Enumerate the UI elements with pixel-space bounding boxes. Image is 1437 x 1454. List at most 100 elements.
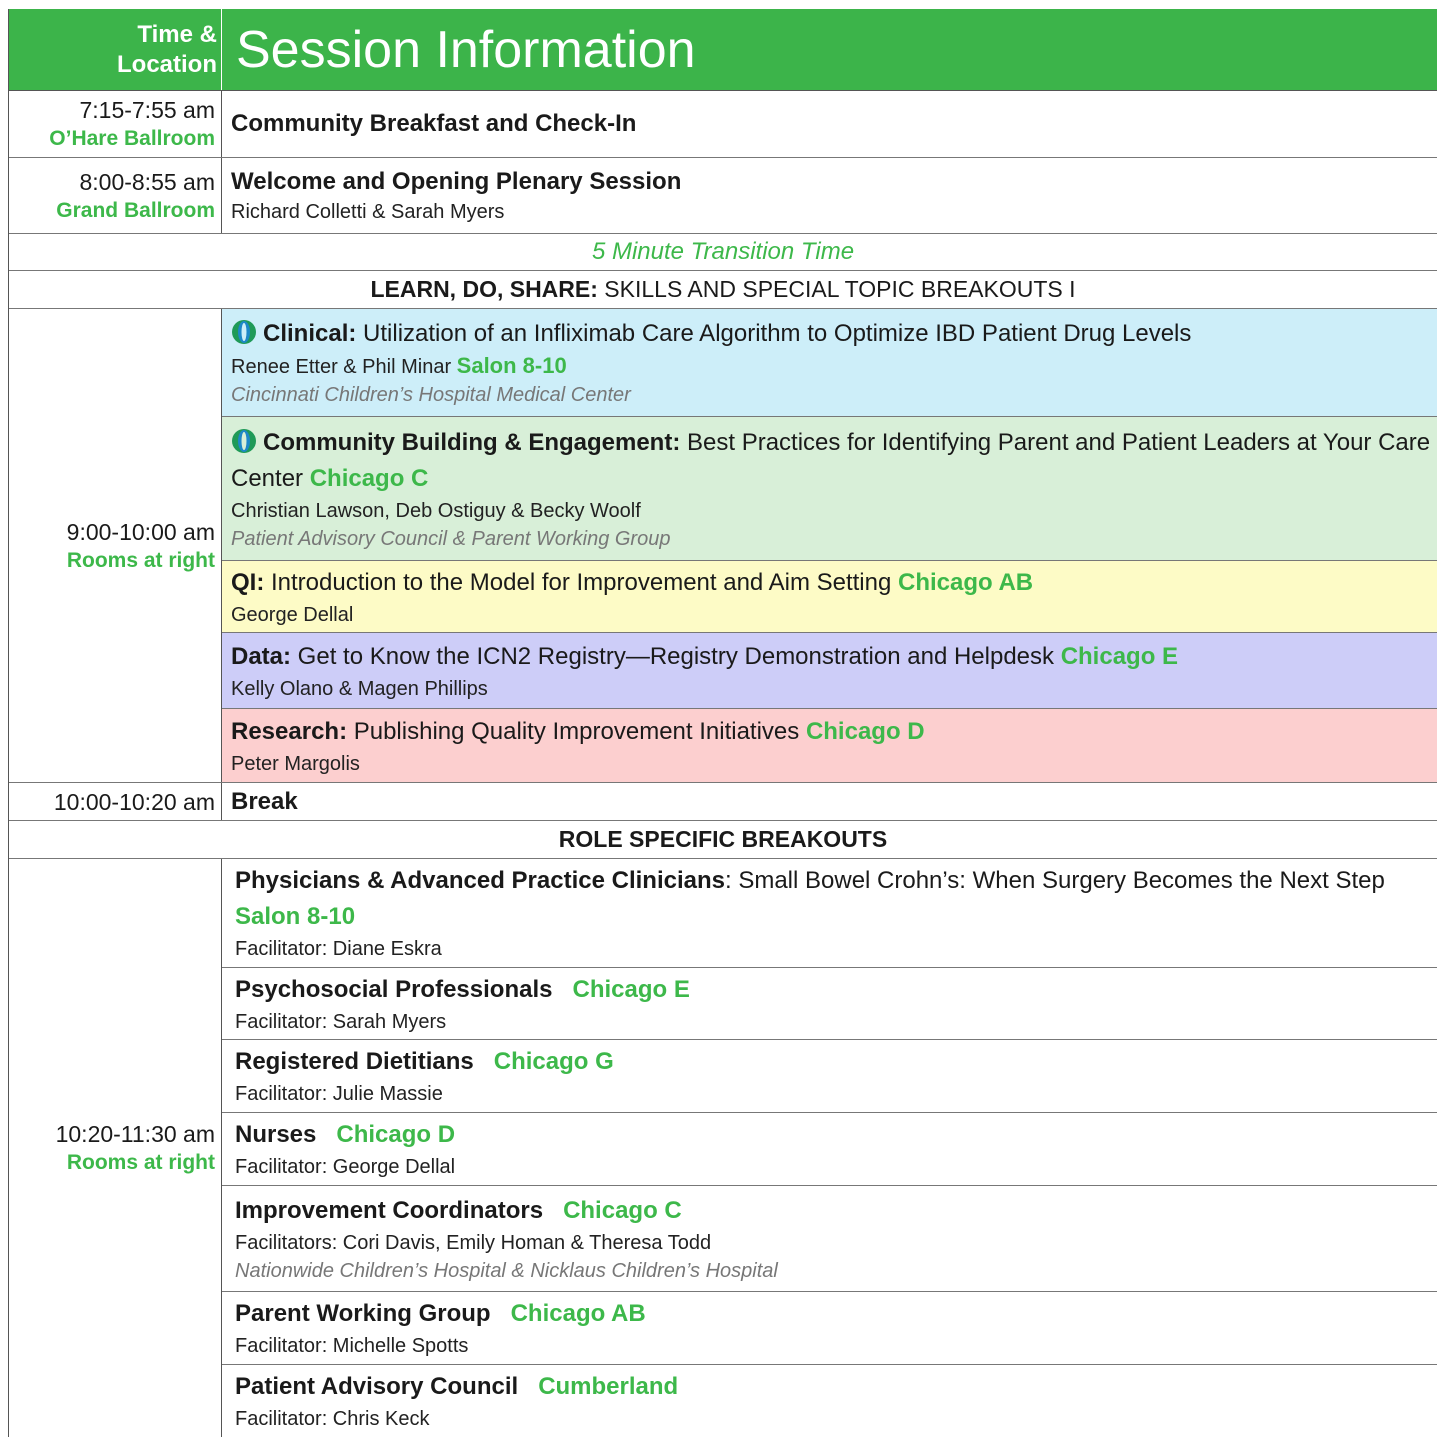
session-title: Publishing Quality Improvement Initiativ…	[347, 717, 806, 745]
schedule-row-breakfast: 7:15-7:55 am O’Hare Ballroom Community B…	[9, 91, 1437, 158]
icn-logo-icon	[232, 320, 256, 344]
session-org: Nationwide Children’s Hospital & Nicklau…	[235, 1259, 778, 1282]
session-title: : Small Bowel Crohn’s: When Surgery Beco…	[724, 867, 1385, 894]
session-title-line: QI: Introduction to the Model for Improv…	[231, 565, 1431, 601]
room-label: Chicago C	[309, 464, 429, 492]
session-cell: Welcome and Opening Plenary Session Rich…	[222, 158, 1437, 233]
room-label: Chicago E	[572, 975, 690, 1003]
room-label: Chicago C	[563, 1196, 682, 1224]
icn-logo-icon	[232, 428, 256, 453]
session-title-line: Nurses Chicago D	[235, 1117, 1431, 1153]
schedule-row-welcome: 8:00-8:55 am Grand Ballroom Welcome and …	[9, 158, 1437, 234]
session-title-line: Registered Dietitians Chicago G	[235, 1044, 1431, 1080]
session-dietitians: Registered Dietitians Chicago G Facilita…	[222, 1040, 1437, 1113]
session-physicians: Physicians & Advanced Practice Clinician…	[222, 859, 1437, 968]
session-speakers-line: Renee Etter & Phil Minar Salon 8-10	[231, 352, 1431, 381]
room-label: Chicago D	[336, 1121, 456, 1148]
session-label: Clinical:	[263, 320, 357, 347]
time-cell: 7:15-7:55 am O’Hare Ballroom	[9, 91, 222, 157]
session-speakers: Renee Etter & Phil Minar	[231, 356, 457, 378]
session-research: Research: Publishing Quality Improvement…	[222, 709, 1437, 782]
session-label: Psychosocial Professionals	[235, 975, 553, 1003]
session-title: Community Breakfast and Check-In	[231, 110, 637, 137]
schedule-row-break: 10:00-10:20 am Break	[9, 783, 1437, 821]
session-nurses: Nurses Chicago D Facilitator: George Del…	[222, 1113, 1437, 1186]
session-label: Research:	[231, 717, 348, 745]
session-org: Patient Advisory Council & Parent Workin…	[231, 527, 671, 550]
session-speakers: Christian Lawson, Deb Ostiguy & Becky Wo…	[231, 499, 641, 522]
session-speakers: Peter Margolis	[231, 752, 360, 775]
session-qi: QI: Introduction to the Model for Improv…	[222, 561, 1437, 633]
session-facilitator: Facilitator: Michelle Spotts	[235, 1335, 469, 1357]
transition-row: 5 Minute Transition Time	[9, 234, 1437, 271]
session-title-line: Parent Working Group Chicago AB	[235, 1296, 1431, 1332]
section-title-rest: SKILLS AND SPECIAL TOPIC BREAKOUTS I	[597, 276, 1076, 302]
session-title-line: Clinical: Utilization of an Infliximab C…	[231, 316, 1431, 352]
section-title-bold: LEARN, DO, SHARE:	[370, 276, 598, 302]
session-improvement-coordinators: Improvement Coordinators Chicago C Facil…	[222, 1186, 1437, 1292]
room-label: Chicago AB	[898, 568, 1034, 596]
session-facilitator: Facilitator: Julie Massie	[235, 1083, 443, 1105]
session-list: Clinical: Utilization of an Infliximab C…	[222, 309, 1437, 782]
section-title: LEARN, DO, SHARE: SKILLS AND SPECIAL TOP…	[370, 276, 1075, 303]
session-patient-advisory-council: Patient Advisory Council Cumberland Faci…	[222, 1365, 1437, 1437]
session-label: Data:	[231, 642, 292, 670]
room-label: Chicago AB	[510, 1300, 646, 1327]
time-header-line1: Time &	[137, 20, 217, 48]
session-facilitator: Facilitators: Cori Davis, Emily Homan & …	[235, 1231, 712, 1254]
time-value: 8:00-8:55 am	[79, 168, 215, 195]
breakout-block-1: 9:00-10:00 am Rooms at right Clinical: U…	[9, 309, 1437, 783]
time-value: 9:00-10:00 am	[66, 518, 215, 545]
session-facilitator: Facilitator: Diane Eskra	[235, 938, 442, 960]
session-title: Break	[231, 787, 298, 815]
session-label: Registered Dietitians	[235, 1048, 474, 1075]
session-list: Physicians & Advanced Practice Clinician…	[222, 859, 1437, 1437]
session-speakers: Kelly Olano & Magen Phillips	[231, 677, 488, 700]
table-header: Time & Location Session Information	[9, 9, 1437, 91]
section-header-role-specific: ROLE SPECIFIC BREAKOUTS	[9, 821, 1437, 859]
session-facilitator: Facilitator: George Dellal	[235, 1156, 456, 1178]
session-speakers: Richard Colletti & Sarah Myers	[231, 200, 505, 223]
session-title-line: Data: Get to Know the ICN2 Registry—Regi…	[231, 639, 1431, 675]
time-cell: 8:00-8:55 am Grand Ballroom	[9, 158, 222, 233]
session-label: Community Building & Engagement:	[263, 428, 681, 456]
time-cell: 10:00-10:20 am	[9, 783, 222, 820]
session-clinical: Clinical: Utilization of an Infliximab C…	[222, 309, 1437, 417]
session-title: Utilization of an Infliximab Care Algori…	[356, 320, 1192, 347]
session-title: Get to Know the ICN2 Registry—Registry D…	[291, 642, 1061, 670]
location-value: Rooms at right	[66, 1151, 215, 1174]
time-location-header: Time & Location	[9, 9, 222, 90]
session-title-line: Research: Publishing Quality Improvement…	[231, 714, 1431, 750]
room-label: Chicago G	[493, 1048, 614, 1075]
session-facilitator: Facilitator: Chris Keck	[235, 1408, 430, 1430]
session-speakers: George Dellal	[231, 603, 354, 626]
session-cell: Break	[222, 783, 1437, 820]
time-value: 10:00-10:20 am	[53, 788, 215, 815]
room-label: Salon 8-10	[235, 903, 356, 930]
room-label: Salon 8-10	[456, 353, 567, 378]
location-value: O’Hare Ballroom	[49, 127, 215, 150]
session-org: Cincinnati Children’s Hospital Medical C…	[231, 384, 631, 406]
location-value: Rooms at right	[66, 548, 215, 572]
time-cell: 10:20-11:30 am Rooms at right	[9, 859, 222, 1437]
location-value: Grand Ballroom	[56, 198, 215, 222]
session-psychosocial: Psychosocial Professionals Chicago E Fac…	[222, 968, 1437, 1040]
session-title-line: Patient Advisory Council Cumberland	[235, 1369, 1431, 1405]
session-cell: Community Breakfast and Check-In	[222, 91, 1437, 157]
section-title: ROLE SPECIFIC BREAKOUTS	[558, 826, 888, 852]
session-title-line: Improvement Coordinators Chicago C	[235, 1193, 1431, 1229]
session-label: Patient Advisory Council	[235, 1373, 519, 1400]
breakout-block-2: 10:20-11:30 am Rooms at right Physicians…	[9, 859, 1437, 1437]
time-cell: 9:00-10:00 am Rooms at right	[9, 309, 222, 782]
session-data: Data: Get to Know the ICN2 Registry—Regi…	[222, 633, 1437, 709]
session-label: Parent Working Group	[235, 1300, 491, 1327]
session-facilitator: Facilitator: Sarah Myers	[235, 1010, 447, 1033]
time-header-line2: Location	[117, 50, 217, 78]
room-label: Chicago E	[1060, 642, 1179, 670]
session-table: Time & Location Session Information 7:15…	[8, 9, 1437, 1437]
session-title: Introduction to the Model for Improvemen…	[264, 568, 898, 596]
time-value: 10:20-11:30 am	[55, 1121, 215, 1147]
section-header-learn-do-share: LEARN, DO, SHARE: SKILLS AND SPECIAL TOP…	[9, 271, 1437, 309]
session-title-line: Physicians & Advanced Practice Clinician…	[235, 863, 1431, 935]
session-parent-working-group: Parent Working Group Chicago AB Facilita…	[222, 1292, 1437, 1365]
